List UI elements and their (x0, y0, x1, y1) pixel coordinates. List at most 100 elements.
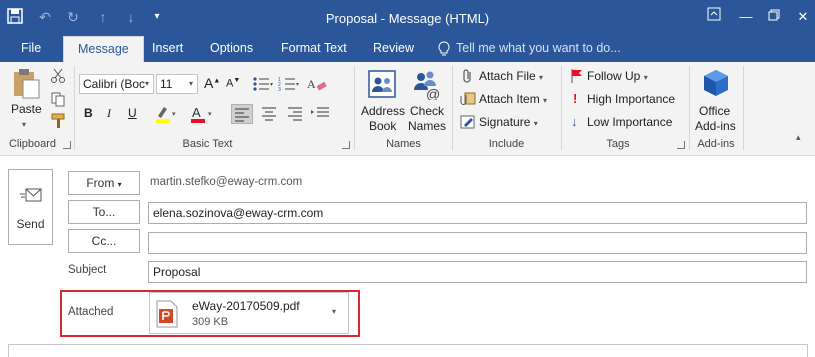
names-group-label: Names (386, 138, 421, 150)
tab-message[interactable]: Message (63, 36, 144, 62)
highlight-icon[interactable]: ▾ (154, 104, 180, 124)
address-book-icon[interactable] (366, 68, 398, 100)
collapse-ribbon-icon[interactable]: ▴ (796, 132, 801, 143)
svg-text:A: A (307, 77, 316, 91)
low-importance-button[interactable]: Low Importance (587, 115, 672, 129)
office-addins-label-1[interactable]: Office (699, 104, 730, 118)
address-book-label-1[interactable]: Address (361, 104, 405, 118)
attachment-dropdown-icon[interactable]: ▾ (332, 307, 336, 316)
follow-up-button[interactable]: Follow Up ▾ (587, 69, 648, 83)
font-name-combo[interactable]: Calibri (Boc ▾ (79, 74, 154, 94)
pdf-file-icon (156, 300, 178, 328)
attached-label: Attached (68, 306, 114, 318)
shrink-font-icon[interactable]: A▼ (226, 77, 240, 90)
svg-text:@: @ (426, 86, 440, 100)
copy-icon[interactable] (50, 91, 66, 107)
cc-field[interactable] (148, 232, 807, 254)
grow-font-icon[interactable]: A▲ (204, 75, 220, 91)
address-book-label-2[interactable]: Book (369, 119, 396, 133)
from-button[interactable]: From ▾ (68, 171, 140, 195)
signature-icon (460, 114, 476, 130)
check-names-label-1[interactable]: Check (410, 104, 444, 118)
tab-review[interactable]: Review (371, 36, 416, 62)
to-button[interactable]: To... (68, 200, 140, 224)
separator (561, 66, 562, 150)
paperclip-icon (460, 68, 476, 84)
signature-button[interactable]: Signature ▾ (479, 115, 538, 129)
to-field[interactable]: elena.sozinova@eway-crm.com (148, 202, 807, 224)
paste-icon[interactable] (11, 68, 41, 100)
lightbulb-icon (437, 41, 453, 57)
from-label: From (86, 176, 115, 190)
bullets-icon[interactable]: ▾ (252, 76, 274, 92)
tab-format-text[interactable]: Format Text (279, 36, 349, 62)
cc-button[interactable]: Cc... (68, 229, 140, 253)
tab-insert[interactable]: Insert (150, 36, 185, 62)
subject-label: Subject (68, 264, 107, 276)
clear-formatting-icon[interactable]: A (306, 76, 328, 92)
font-size-combo[interactable]: 11 ▾ (156, 74, 198, 94)
check-names-icon[interactable]: @ (411, 68, 443, 102)
attachment-size: 309 KB (192, 316, 229, 328)
message-body[interactable] (8, 344, 808, 357)
send-button[interactable]: Send (8, 169, 53, 245)
high-importance-icon: ! (573, 91, 578, 106)
separator (743, 66, 744, 150)
high-importance-button[interactable]: High Importance (587, 92, 675, 106)
office-addins-label-2[interactable]: Add-ins (695, 119, 736, 133)
paste-dropdown-icon[interactable]: ▾ (22, 120, 26, 129)
basic-text-group-label: Basic Text (182, 138, 233, 150)
separator (452, 66, 453, 150)
ribbon-display-options-icon[interactable] (703, 6, 725, 28)
tab-file[interactable]: File (19, 36, 43, 62)
close-icon[interactable]: ✕ (792, 6, 814, 28)
cut-icon[interactable] (50, 68, 66, 84)
chevron-down-icon[interactable]: ▾ (185, 75, 197, 93)
chevron-down-icon: ▾ (539, 73, 544, 82)
ribbon-tabs: File Message Insert Options Format Text … (0, 36, 815, 62)
svg-text:A: A (192, 105, 201, 120)
restore-icon[interactable] (763, 6, 785, 28)
font-size-value: 11 (160, 77, 173, 91)
font-color-icon[interactable]: A ▾ (190, 104, 216, 124)
underline-button[interactable]: U (128, 106, 137, 120)
numbering-icon[interactable]: 1 2 3 ▾ (278, 76, 300, 93)
chevron-down-icon[interactable]: ▾ (141, 75, 153, 93)
tags-group-label: Tags (606, 138, 630, 150)
follow-up-label: Follow Up (587, 69, 641, 83)
align-left-icon[interactable] (231, 104, 253, 124)
italic-button[interactable]: I (107, 106, 111, 121)
send-label: Send (16, 217, 45, 231)
attach-item-button[interactable]: Attach Item ▾ (479, 92, 547, 106)
send-icon (20, 186, 44, 206)
tab-options[interactable]: Options (208, 36, 255, 62)
attach-item-icon (460, 91, 476, 107)
subject-field[interactable]: Proposal (148, 261, 807, 283)
basic-text-launcher-icon[interactable] (342, 141, 350, 149)
tell-me-search[interactable]: Tell me what you want to do... (454, 36, 623, 62)
minimize-icon[interactable]: — (735, 6, 757, 28)
align-center-icon[interactable] (258, 104, 280, 124)
from-value: martin.stefko@eway-crm.com (150, 176, 303, 188)
tags-launcher-icon[interactable] (677, 141, 685, 149)
align-right-icon[interactable] (284, 104, 306, 124)
office-addins-icon[interactable] (701, 68, 731, 100)
check-names-label-2[interactable]: Names (408, 119, 446, 133)
attachment-item[interactable]: eWay-20170509.pdf 309 KB ▾ (149, 292, 349, 334)
format-painter-icon[interactable] (50, 113, 66, 129)
svg-text:3: 3 (278, 87, 281, 92)
bold-button[interactable]: B (84, 106, 93, 120)
paste-button[interactable]: Paste (11, 102, 42, 116)
signature-label: Signature (479, 115, 531, 129)
clipboard-launcher-icon[interactable] (63, 141, 71, 149)
separator (74, 66, 75, 150)
window-title: Proposal - Message (HTML) (325, 11, 490, 26)
chevron-down-icon: ▾ (117, 180, 122, 189)
attachment-name: eWay-20170509.pdf (192, 299, 300, 313)
indent-icon[interactable] (309, 104, 333, 124)
attach-file-button[interactable]: Attach File ▾ (479, 69, 543, 83)
attach-file-label: Attach File (479, 69, 536, 83)
addins-group-label: Add-ins (697, 138, 735, 150)
svg-text:▾: ▾ (270, 82, 273, 88)
compose-area: Send From ▾ martin.stefko@eway-crm.com T… (0, 157, 815, 357)
